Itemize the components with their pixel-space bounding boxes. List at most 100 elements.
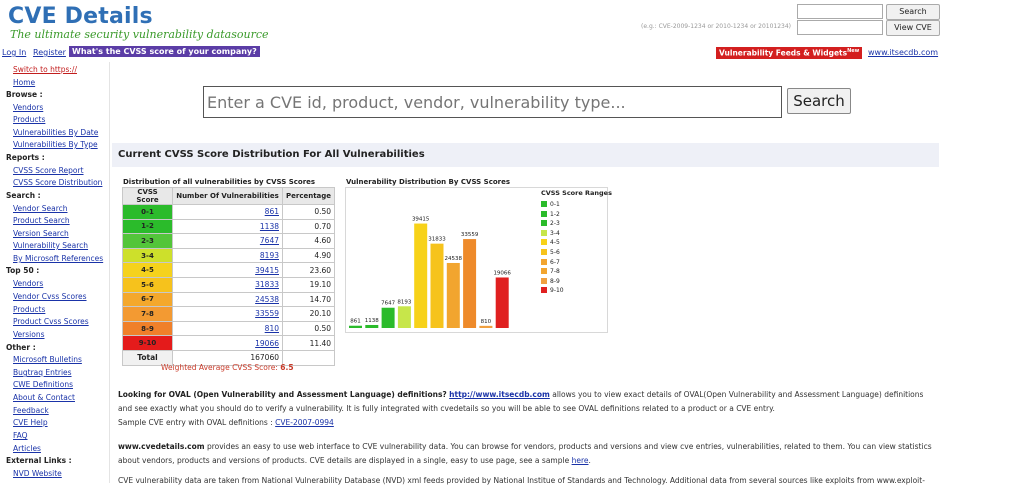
- sidebar-item-vulnerability-search[interactable]: Vulnerability Search: [13, 241, 88, 250]
- sidebar-item-versions[interactable]: Versions: [13, 330, 45, 339]
- sidebar-item-top-vendors[interactable]: Vendors: [13, 279, 43, 288]
- legend-item: 5-6: [541, 249, 560, 256]
- chart-data-label: 31833: [428, 237, 446, 243]
- top-search-button[interactable]: Search: [886, 4, 940, 20]
- chart-bar-1-2: [365, 324, 379, 328]
- sidebar-item-cve-help[interactable]: CVE Help: [13, 418, 48, 427]
- about-paragraph: www.cvedetails.com provides an easy to u…: [118, 442, 932, 465]
- percentage-cell: 14.70: [281, 291, 336, 308]
- sidebar-item-bugtraq[interactable]: Bugtraq Entries: [13, 368, 72, 377]
- count-link[interactable]: 1138: [260, 222, 279, 231]
- sidebar-item-cwe[interactable]: CWE Definitions: [13, 380, 73, 389]
- count-cell: 810: [172, 320, 283, 337]
- sidebar-item-ms-bulletins[interactable]: Microsoft Bulletins: [13, 355, 82, 364]
- sample-here-link[interactable]: here: [572, 456, 589, 465]
- section-title: Current CVSS Score Distribution For All …: [118, 149, 425, 160]
- table-header-row: CVSS Score Number Of Vulnerabilities Per…: [122, 187, 336, 205]
- count-link[interactable]: 31833: [255, 280, 279, 289]
- chart-data-label: 7647: [381, 301, 395, 307]
- sidebar-item-ms-references[interactable]: By Microsoft References: [13, 254, 103, 263]
- sidebar-heading-top50: Top 50 :: [6, 266, 40, 275]
- sidebar-item-home[interactable]: Home: [13, 78, 35, 87]
- legend-label: 3-4: [550, 229, 560, 237]
- sidebar-item-vulns-by-type[interactable]: Vulnerabilities By Type: [13, 140, 98, 149]
- percentage-cell: 4.60: [281, 233, 336, 249]
- count-link[interactable]: 7647: [260, 236, 279, 245]
- col-header-score: CVSS Score: [122, 187, 173, 205]
- itsecdb-link[interactable]: www.itsecdb.com: [868, 48, 938, 57]
- table-row: 8-9 810 0.50: [122, 320, 336, 337]
- table-row: 2-3 7647 4.60: [122, 233, 336, 249]
- sidebar-item-vendors[interactable]: Vendors: [13, 103, 43, 112]
- cvss-company-banner[interactable]: What's the CVSS score of your company?: [69, 46, 260, 57]
- sidebar-item-vulns-by-date[interactable]: Vulnerabilities By Date: [13, 128, 98, 137]
- search-hint: (e.g.: CVE-2009-1234 or 2010-1234 or 201…: [641, 23, 792, 30]
- legend-swatch: [541, 287, 547, 294]
- sidebar-item-cvss-distribution[interactable]: CVSS Score Distribution: [13, 178, 102, 187]
- count-link[interactable]: 39415: [255, 266, 279, 275]
- register-link[interactable]: Register: [33, 48, 66, 57]
- count-cell: 861: [172, 204, 283, 220]
- percentage-cell: 20.10: [281, 306, 336, 322]
- chart-box: 861 1138 7647 8193 39415 31833 24538 33559 810 19…: [345, 187, 608, 333]
- sidebar-item-top-products[interactable]: Products: [13, 305, 45, 314]
- col-header-percentage: Percentage: [281, 187, 336, 205]
- cve-id-input[interactable]: [797, 20, 883, 35]
- sample-cve-link[interactable]: CVE-2007-0994: [275, 418, 334, 427]
- sidebar-item-product-cvss[interactable]: Product Cvss Scores: [13, 317, 89, 326]
- count-link[interactable]: 24538: [255, 295, 279, 304]
- top-search-input[interactable]: [797, 4, 883, 19]
- score-cell: 0-1: [122, 204, 173, 220]
- count-link[interactable]: 861: [265, 207, 279, 216]
- chart-title: Vulnerability Distribution By CVSS Score…: [346, 178, 511, 186]
- chart-bar-5-6: [430, 243, 444, 328]
- count-cell: 1138: [172, 218, 283, 235]
- sidebar-item-cvss-report[interactable]: CVSS Score Report: [13, 166, 84, 175]
- sidebar-heading-other: Other :: [6, 343, 36, 352]
- itsecdb-inline-link[interactable]: http://www.itsecdb.com: [449, 390, 550, 399]
- score-cell: 8-9: [122, 320, 173, 337]
- count-link[interactable]: 8193: [260, 251, 279, 260]
- sidebar-item-faq[interactable]: FAQ: [13, 431, 28, 440]
- login-link[interactable]: Log In: [2, 48, 26, 57]
- legend-swatch: [541, 258, 547, 265]
- sidebar-item-version-search[interactable]: Version Search: [13, 229, 69, 238]
- sidebar-heading-reports: Reports :: [6, 153, 45, 162]
- sidebar-item-vendor-search[interactable]: Vendor Search: [13, 204, 68, 213]
- legend-item: 8-9: [541, 277, 560, 285]
- switch-https-link[interactable]: Switch to https://: [13, 65, 77, 74]
- sidebar-heading-external: External Links :: [6, 456, 72, 465]
- score-cell: 2-3: [122, 233, 173, 249]
- chart-bar-9-10: [495, 277, 509, 328]
- main-search-input[interactable]: [203, 86, 782, 118]
- sidebar-item-feedback[interactable]: Feedback: [13, 406, 49, 415]
- percentage-cell: 19.10: [281, 276, 336, 293]
- legend-label: 1-2: [550, 210, 560, 218]
- sidebar-item-about[interactable]: About & Contact: [13, 393, 75, 402]
- table-row: 0-1 861 0.50: [122, 204, 336, 220]
- main-search-button[interactable]: Search: [787, 88, 851, 114]
- chart-data-label: 1138: [365, 318, 379, 324]
- count-link[interactable]: 19066: [255, 339, 279, 348]
- count-link[interactable]: 33559: [255, 309, 279, 318]
- view-cve-button[interactable]: View CVE: [886, 20, 940, 36]
- oval-text-line2: and see exactly what you should do to ve…: [118, 404, 775, 413]
- sidebar-item-vendor-cvss[interactable]: Vendor Cvss Scores: [13, 292, 87, 301]
- legend-label: 5-6: [550, 249, 560, 256]
- weighted-average-value: 6.5: [280, 363, 294, 372]
- table-row: 3-4 8193 4.90: [122, 247, 336, 264]
- site-logo[interactable]: CVE Details: [8, 4, 153, 29]
- feeds-widgets-label: Vulnerability Feeds & Widgets: [719, 48, 848, 58]
- count-link[interactable]: 810: [265, 324, 279, 333]
- legend-label: 7-8: [550, 268, 560, 276]
- oval-paragraph: Looking for OVAL (Open Vulnerability and…: [118, 388, 938, 430]
- score-cell: 6-7: [122, 291, 173, 308]
- sidebar-item-nvd[interactable]: NVD Website: [13, 469, 62, 478]
- sidebar-item-product-search[interactable]: Product Search: [13, 216, 70, 225]
- feeds-widgets-button[interactable]: Vulnerability Feeds & WidgetsNew: [716, 47, 863, 59]
- chart-data-label: 8193: [397, 299, 411, 305]
- sidebar-item-articles[interactable]: Articles: [13, 444, 41, 453]
- sidebar-item-products[interactable]: Products: [13, 115, 45, 124]
- chart-bar-3-4: [397, 306, 411, 328]
- legend-item: 9-10: [541, 287, 564, 294]
